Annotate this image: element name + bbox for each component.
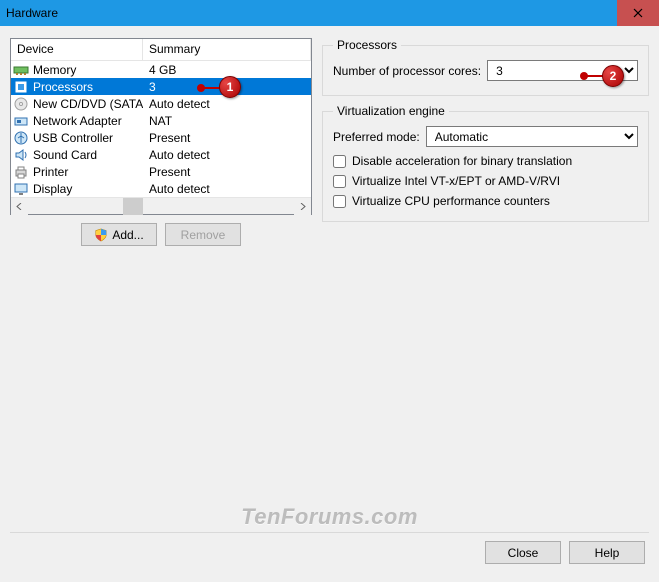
device-name: Sound Card <box>33 148 97 162</box>
add-button-label: Add... <box>112 228 143 242</box>
device-row[interactable]: USB Controller Present <box>11 129 311 146</box>
virtualization-legend: Virtualization engine <box>333 104 449 118</box>
left-column: Device Summary Memory4 GBProcessors3New … <box>10 38 312 526</box>
titlebar: Hardware <box>0 0 659 26</box>
disc-icon <box>13 96 29 112</box>
virtualize-perf-label: Virtualize CPU performance counters <box>352 194 550 208</box>
sound-icon <box>13 147 29 163</box>
disable-accel-row: Disable acceleration for binary translat… <box>333 151 638 171</box>
close-window-button[interactable] <box>617 0 659 26</box>
device-cell: Processors <box>11 79 143 95</box>
remove-button-label: Remove <box>181 228 226 242</box>
virtualize-perf-row: Virtualize CPU performance counters <box>333 191 638 211</box>
device-row[interactable]: Memory 4 GB <box>11 61 311 78</box>
processors-legend: Processors <box>333 38 401 52</box>
column-header-device[interactable]: Device <box>11 39 143 60</box>
device-row[interactable]: Printer Present <box>11 163 311 180</box>
device-list-header: Device Summary <box>11 39 311 61</box>
device-row[interactable]: Display Auto detect <box>11 180 311 197</box>
device-summary: NAT <box>143 114 311 128</box>
device-name: Display <box>33 182 72 196</box>
help-button-label: Help <box>595 546 620 560</box>
preferred-mode-select[interactable]: Automatic <box>426 126 638 147</box>
device-name: Printer <box>33 165 68 179</box>
device-list-buttons: Add... Remove <box>10 215 312 246</box>
device-cell: Memory <box>11 62 143 78</box>
device-summary: Present <box>143 165 311 179</box>
usb-icon <box>13 130 29 146</box>
preferred-mode-row: Preferred mode: Automatic <box>333 126 638 147</box>
device-summary: Present <box>143 131 311 145</box>
scroll-track[interactable] <box>28 198 294 214</box>
device-name: Network Adapter <box>33 114 122 128</box>
device-cell: Network Adapter <box>11 113 143 129</box>
dialog-content: Device Summary Memory4 GBProcessors3New … <box>0 26 659 582</box>
device-cell: New CD/DVD (SATA) <box>11 96 143 112</box>
display-icon <box>13 181 29 197</box>
virtualize-vtx-row: Virtualize Intel VT-x/EPT or AMD-V/RVI <box>333 171 638 191</box>
device-list: Device Summary Memory4 GBProcessors3New … <box>10 38 312 215</box>
device-row[interactable]: Network Adapter NAT <box>11 112 311 129</box>
device-row[interactable]: Processors3 <box>11 78 311 95</box>
scroll-right-button[interactable] <box>294 198 311 215</box>
close-icon <box>633 8 643 18</box>
device-summary: Auto detect <box>143 182 311 196</box>
device-list-body: Memory4 GBProcessors3New CD/DVD (SATA)Au… <box>11 61 311 197</box>
chevron-right-icon <box>299 203 306 210</box>
help-button[interactable]: Help <box>569 541 645 564</box>
horizontal-scrollbar[interactable] <box>11 197 311 214</box>
processors-group: Processors Number of processor cores: 3 <box>322 38 649 96</box>
virtualize-vtx-checkbox[interactable] <box>333 175 346 188</box>
main-area: Device Summary Memory4 GBProcessors3New … <box>10 38 649 526</box>
memory-icon <box>13 62 29 78</box>
virtualize-vtx-label: Virtualize Intel VT-x/EPT or AMD-V/RVI <box>352 174 560 188</box>
device-name: Memory <box>33 63 76 77</box>
nic-icon <box>13 113 29 129</box>
cpu-icon <box>13 79 29 95</box>
cores-label: Number of processor cores: <box>333 64 481 78</box>
window-title: Hardware <box>6 6 617 20</box>
device-summary: 4 GB <box>143 63 311 77</box>
device-summary: Auto detect <box>143 148 311 162</box>
bottom-bar: Close Help <box>10 532 649 572</box>
add-button[interactable]: Add... <box>81 223 157 246</box>
annotation-badge-2: 2 <box>602 65 624 87</box>
device-name: New CD/DVD (SATA) <box>33 97 143 111</box>
chevron-left-icon <box>16 203 23 210</box>
close-button-label: Close <box>508 546 539 560</box>
scroll-left-button[interactable] <box>11 198 28 215</box>
close-button[interactable]: Close <box>485 541 561 564</box>
device-summary: Auto detect <box>143 97 311 111</box>
device-cell: USB Controller <box>11 130 143 146</box>
virtualize-perf-checkbox[interactable] <box>333 195 346 208</box>
disable-accel-checkbox[interactable] <box>333 155 346 168</box>
device-cell: Sound Card <box>11 147 143 163</box>
column-header-summary[interactable]: Summary <box>143 39 311 60</box>
preferred-mode-label: Preferred mode: <box>333 130 420 144</box>
printer-icon <box>13 164 29 180</box>
annotation-badge-1: 1 <box>219 76 241 98</box>
device-name: USB Controller <box>33 131 113 145</box>
device-row[interactable]: New CD/DVD (SATA)Auto detect <box>11 95 311 112</box>
uac-shield-icon <box>94 228 108 242</box>
device-cell: Display <box>11 181 143 197</box>
device-name: Processors <box>33 80 93 94</box>
disable-accel-label: Disable acceleration for binary translat… <box>352 154 572 168</box>
cores-row: Number of processor cores: 3 <box>333 60 638 81</box>
virtualization-group: Virtualization engine Preferred mode: Au… <box>322 104 649 222</box>
device-row[interactable]: Sound Card Auto detect <box>11 146 311 163</box>
remove-button: Remove <box>165 223 241 246</box>
scroll-thumb[interactable] <box>123 198 143 215</box>
settings-pane: Processors Number of processor cores: 3 … <box>322 38 649 526</box>
device-cell: Printer <box>11 164 143 180</box>
